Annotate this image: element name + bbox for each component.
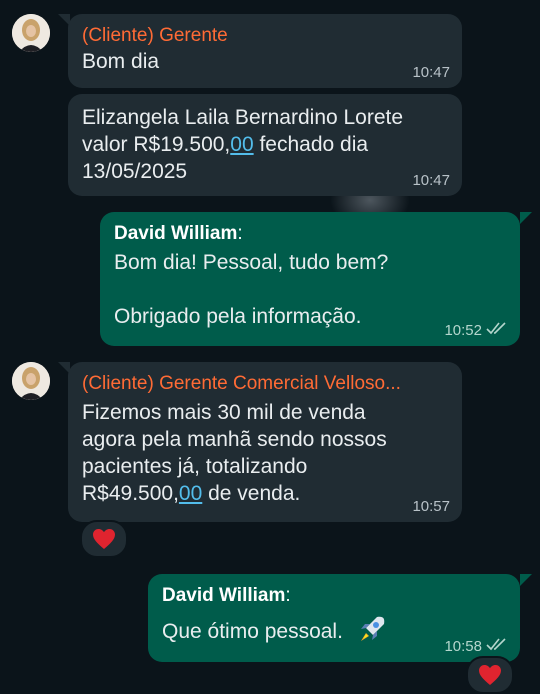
double-check-icon <box>486 321 508 339</box>
heart-icon <box>479 665 501 685</box>
message-line: 13/05/2025 <box>82 160 188 183</box>
message-segment: de venda. <box>202 482 301 505</box>
bubble-tail <box>520 574 532 586</box>
message-line: Bom dia! Pessoal, tudo bem? <box>114 251 389 274</box>
message-time: 10:47 <box>412 172 450 189</box>
time-label: 10:58 <box>444 637 482 655</box>
message-time: 10:57 <box>412 498 450 515</box>
message-bubble-incoming[interactable]: Elizangela Laila Bernardino Lorete valor… <box>68 94 462 196</box>
bubble-tail <box>520 212 532 224</box>
sender-name[interactable]: (Cliente) Gerente Comercial Velloso... <box>82 372 448 396</box>
message-segment: fechado dia <box>253 133 369 156</box>
message-time: 10:47 <box>412 64 450 81</box>
heart-icon <box>93 529 115 549</box>
message-line: Elizangela Laila Bernardino Lorete <box>82 106 404 129</box>
sender-colon: : <box>285 585 291 606</box>
rocket-icon <box>357 614 387 651</box>
sender-name[interactable]: (Cliente) Gerente <box>82 24 448 48</box>
avatar[interactable] <box>12 362 50 400</box>
message-segment: R$49.500, <box>82 482 179 505</box>
number-link[interactable]: 00 <box>230 133 253 156</box>
message-text: Bom dia <box>82 50 160 73</box>
avatar[interactable] <box>12 14 50 52</box>
sender-label: David William <box>162 585 286 606</box>
message-time: 10:58 <box>444 637 508 655</box>
sender-name[interactable]: David William: <box>114 222 506 246</box>
reaction-badge[interactable] <box>80 520 128 558</box>
message-text: Fizemos mais 30 mil de venda agora pela … <box>82 399 448 507</box>
message-line: R$49.500,00 de venda. <box>82 480 448 507</box>
message-bubble-outgoing[interactable]: David William: Que ótimo pessoal. 10:58 <box>148 574 520 662</box>
time-label: 10:52 <box>444 321 482 339</box>
reaction-badge[interactable] <box>466 656 514 694</box>
message-segment: valor R$19.500, <box>82 133 231 156</box>
time-label: 10:47 <box>412 172 450 189</box>
message-time: 10:52 <box>444 321 508 339</box>
message-line: pacientes já, totalizando <box>82 455 308 478</box>
message-segment: Que ótimo pessoal. <box>162 620 343 644</box>
message-line: valor R$19.500,00 fechado dia <box>82 131 448 158</box>
sender-colon: : <box>237 223 243 244</box>
time-label: 10:47 <box>412 64 450 81</box>
sender-label: David William <box>114 223 238 244</box>
message-text: Elizangela Laila Bernardino Lorete valor… <box>82 104 448 185</box>
sender-name[interactable]: David William: <box>162 584 506 608</box>
number-link[interactable]: 00 <box>179 482 202 505</box>
time-label: 10:57 <box>412 498 450 515</box>
message-line: agora pela manhã sendo nossos <box>82 428 387 451</box>
message-line: Fizemos mais 30 mil de venda <box>82 401 366 424</box>
message-bubble-incoming[interactable]: (Cliente) Gerente Bom dia 10:47 <box>68 14 462 88</box>
message-bubble-outgoing[interactable]: David William: Bom dia! Pessoal, tudo be… <box>100 212 520 346</box>
message-bubble-incoming[interactable]: (Cliente) Gerente Comercial Velloso... F… <box>68 362 462 522</box>
double-check-icon <box>486 637 508 655</box>
